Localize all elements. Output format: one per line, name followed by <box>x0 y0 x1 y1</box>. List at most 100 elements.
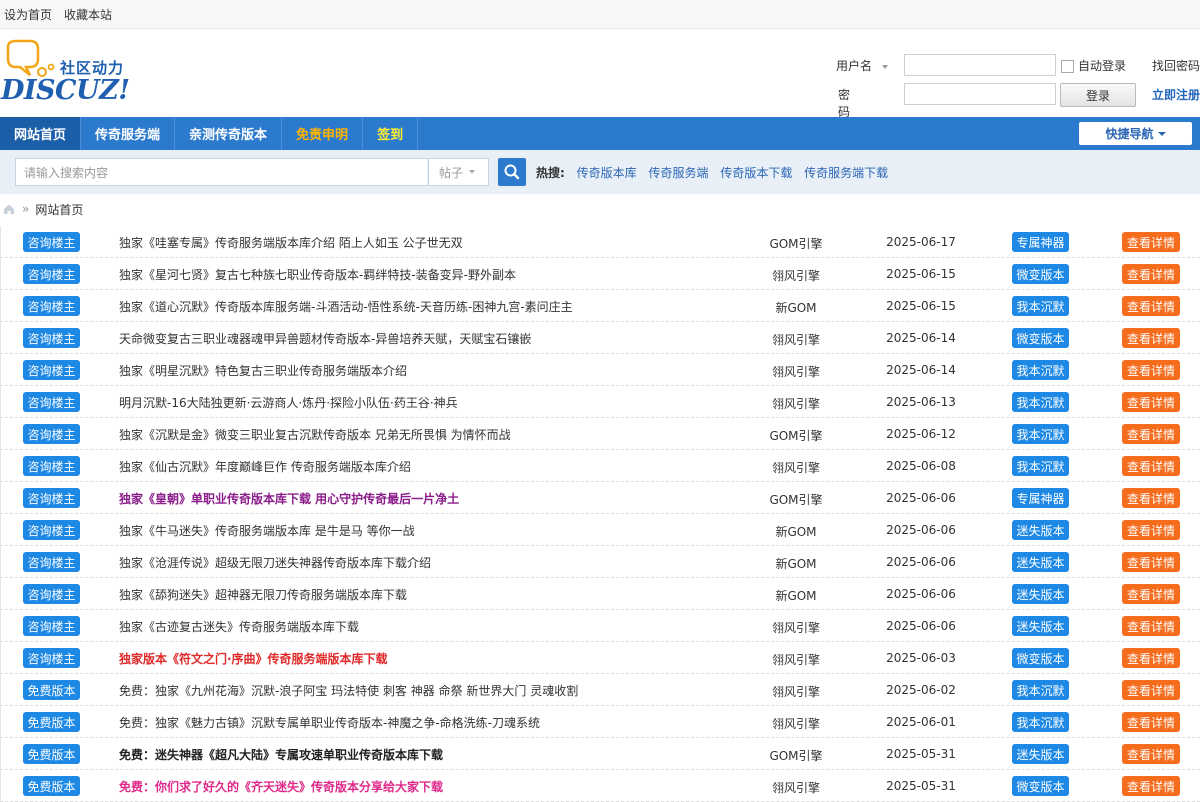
version-type-badge[interactable]: 我本沉默 <box>1012 424 1069 444</box>
thread-title-link[interactable]: 独家《明星沉默》特色复古三职业传奇服务端版本介绍 <box>119 362 407 379</box>
breadcrumb-current[interactable]: 网站首页 <box>35 201 83 218</box>
category-tag-button[interactable]: 免费版本 <box>23 744 80 764</box>
version-type-badge[interactable]: 迷失版本 <box>1012 744 1069 764</box>
category-tag-button[interactable]: 咨询楼主 <box>23 456 80 476</box>
thread-title-link[interactable]: 独家《星河七贤》复古七种族七职业传奇版本-羁绊特技-装备变异-野外副本 <box>119 266 516 283</box>
category-tag-button[interactable]: 咨询楼主 <box>23 648 80 668</box>
thread-title-link[interactable]: 独家版本《符文之门·序曲》传奇服务端版本库下载 <box>119 650 388 667</box>
view-details-button[interactable]: 查看详情 <box>1122 616 1180 636</box>
thread-title-link[interactable]: 免费：独家《九州花海》沉默-浪子阿宝 玛法特使 刺客 神器 命祭 新世界大门 灵… <box>119 682 578 699</box>
category-tag-button[interactable]: 咨询楼主 <box>23 328 80 348</box>
version-type-badge[interactable]: 我本沉默 <box>1012 360 1069 380</box>
home-icon[interactable] <box>2 202 16 216</box>
thread-title-link[interactable]: 独家《哇塞专属》传奇服务端版本库介绍 陌上人如玉 公子世无双 <box>119 234 463 251</box>
thread-title-link[interactable]: 明月沉默-16大陆独更新·云游商人·炼丹·探险小队伍·药王谷·神兵 <box>119 394 458 411</box>
quick-nav-button[interactable]: 快捷导航 <box>1079 122 1192 145</box>
category-tag-button[interactable]: 免费版本 <box>23 680 80 700</box>
engine-label: 翎风引擎 <box>771 269 820 283</box>
category-tag-button[interactable]: 咨询楼主 <box>23 488 80 508</box>
version-type-badge[interactable]: 微变版本 <box>1012 264 1069 284</box>
thread-title-link[interactable]: 免费：迷失神器《超凡大陆》专属攻速单职业传奇版本库下载 <box>119 746 443 763</box>
category-tag-button[interactable]: 咨询楼主 <box>23 232 80 252</box>
nav-item-checkin[interactable]: 签到 <box>363 117 419 150</box>
version-type-badge[interactable]: 专属神器 <box>1012 488 1069 508</box>
view-details-button[interactable]: 查看详情 <box>1122 232 1180 252</box>
version-type-badge[interactable]: 我本沉默 <box>1012 392 1069 412</box>
nav-item-home[interactable]: 网站首页 <box>0 117 82 150</box>
thread-title-link[interactable]: 天命微变复古三职业魂器魂甲异兽题材传奇版本-异兽培养天赋，天赋宝石镶嵌 <box>119 330 531 347</box>
version-type-badge[interactable]: 微变版本 <box>1012 648 1069 668</box>
thread-title-link[interactable]: 独家《舔狗迷失》超神器无限刀传奇服务端版本库下载 <box>119 586 407 603</box>
view-details-button[interactable]: 查看详情 <box>1122 424 1180 444</box>
version-type-badge[interactable]: 我本沉默 <box>1012 680 1069 700</box>
search-button[interactable] <box>498 158 526 186</box>
search-type-select[interactable]: 帖子 <box>428 158 489 186</box>
hot-search-link[interactable]: 传奇版本库 <box>577 166 637 180</box>
nav-item-server[interactable]: 传奇服务端 <box>81 117 176 150</box>
view-details-button[interactable]: 查看详情 <box>1122 552 1180 572</box>
thread-title-link[interactable]: 免费：你们求了好久的《齐天迷失》传奇版本分享给大家下载 <box>119 778 443 795</box>
category-tag-button[interactable]: 咨询楼主 <box>23 392 80 412</box>
thread-title-link[interactable]: 独家《道心沉默》传奇版本库服务端-斗酒活动-悟性系统-天音历练-困神九宫-素问庄… <box>119 298 573 315</box>
category-tag-button[interactable]: 免费版本 <box>23 776 80 796</box>
view-details-button[interactable]: 查看详情 <box>1122 648 1180 668</box>
thread-title-link[interactable]: 独家《仙古沉默》年度巅峰巨作 传奇服务端版本库介绍 <box>119 458 411 475</box>
view-details-button[interactable]: 查看详情 <box>1122 712 1180 732</box>
category-tag-button[interactable]: 咨询楼主 <box>23 296 80 316</box>
login-button[interactable]: 登录 <box>1060 83 1136 107</box>
site-logo[interactable]: 社区动力 DISCUZ! <box>0 39 140 109</box>
view-details-button[interactable]: 查看详情 <box>1122 776 1180 796</box>
view-details-button[interactable]: 查看详情 <box>1122 296 1180 316</box>
nav-item-disclaimer[interactable]: 免责申明 <box>282 117 364 150</box>
version-type-badge[interactable]: 迷失版本 <box>1012 616 1069 636</box>
category-tag-button[interactable]: 咨询楼主 <box>23 360 80 380</box>
category-tag-button[interactable]: 咨询楼主 <box>23 584 80 604</box>
thread-title-link[interactable]: 独家《皇朝》单职业传奇版本库下载 用心守护传奇最后一片净土 <box>119 490 459 507</box>
version-type-badge[interactable]: 专属神器 <box>1012 232 1069 252</box>
thread-title-link[interactable]: 独家《沧涯传说》超级无限刀迷失神器传奇版本库下载介绍 <box>119 554 431 571</box>
view-details-button[interactable]: 查看详情 <box>1122 680 1180 700</box>
password-input[interactable] <box>904 83 1056 105</box>
view-details-button[interactable]: 查看详情 <box>1122 520 1180 540</box>
thread-title-link[interactable]: 独家《古迹复古迷失》传奇服务端版本库下载 <box>119 618 359 635</box>
version-type-badge[interactable]: 迷失版本 <box>1012 520 1069 540</box>
hot-search-link[interactable]: 传奇服务端 <box>648 166 708 180</box>
thread-title-link[interactable]: 免费：独家《魅力古镇》沉默专属单职业传奇版本-神魔之争-命格洗练-刀魂系统 <box>119 714 540 731</box>
view-details-button[interactable]: 查看详情 <box>1122 392 1180 412</box>
category-tag-button[interactable]: 咨询楼主 <box>23 616 80 636</box>
hot-searches: 热搜: 传奇版本库 传奇服务端 传奇版本下载 传奇服务端下载 <box>536 164 888 181</box>
version-type-badge[interactable]: 我本沉默 <box>1012 296 1069 316</box>
view-details-button[interactable]: 查看详情 <box>1122 456 1180 476</box>
view-details-button[interactable]: 查看详情 <box>1122 584 1180 604</box>
version-type-badge[interactable]: 我本沉默 <box>1012 456 1069 476</box>
bookmark-link[interactable]: 收藏本站 <box>64 6 112 23</box>
category-tag-button[interactable]: 咨询楼主 <box>23 264 80 284</box>
username-input[interactable] <box>904 54 1056 76</box>
hot-search-link[interactable]: 传奇服务端下载 <box>804 166 888 180</box>
category-tag-button[interactable]: 咨询楼主 <box>23 520 80 540</box>
register-link[interactable]: 立即注册 <box>1152 86 1200 103</box>
engine-label: 翎风引擎 <box>771 621 820 635</box>
category-tag-button[interactable]: 咨询楼主 <box>23 424 80 444</box>
version-type-badge[interactable]: 我本沉默 <box>1012 712 1069 732</box>
hot-search-link[interactable]: 传奇版本下载 <box>720 166 792 180</box>
category-tag-button[interactable]: 咨询楼主 <box>23 552 80 572</box>
set-home-link[interactable]: 设为首页 <box>4 6 52 23</box>
search-input[interactable]: 请输入搜索内容 <box>15 158 427 186</box>
view-details-button[interactable]: 查看详情 <box>1122 488 1180 508</box>
auto-login-checkbox[interactable] <box>1061 60 1074 73</box>
nav-item-tested-versions[interactable]: 亲测传奇版本 <box>175 117 283 150</box>
version-type-badge[interactable]: 迷失版本 <box>1012 552 1069 572</box>
view-details-button[interactable]: 查看详情 <box>1122 264 1180 284</box>
view-details-button[interactable]: 查看详情 <box>1122 360 1180 380</box>
version-type-badge[interactable]: 微变版本 <box>1012 776 1069 796</box>
thread-title-link[interactable]: 独家《沉默是金》微变三职业复古沉默传奇版本 兄弟无所畏惧 为情怀而战 <box>119 426 511 443</box>
version-type-badge[interactable]: 迷失版本 <box>1012 584 1069 604</box>
forgot-password-link[interactable]: 找回密码 <box>1152 57 1200 74</box>
category-tag-button[interactable]: 免费版本 <box>23 712 80 732</box>
username-label[interactable]: 用户名 <box>836 57 888 74</box>
thread-title-link[interactable]: 独家《牛马迷失》传奇服务端版本库 是牛是马 等你一战 <box>119 522 415 539</box>
view-details-button[interactable]: 查看详情 <box>1122 744 1180 764</box>
view-details-button[interactable]: 查看详情 <box>1122 328 1180 348</box>
version-type-badge[interactable]: 微变版本 <box>1012 328 1069 348</box>
